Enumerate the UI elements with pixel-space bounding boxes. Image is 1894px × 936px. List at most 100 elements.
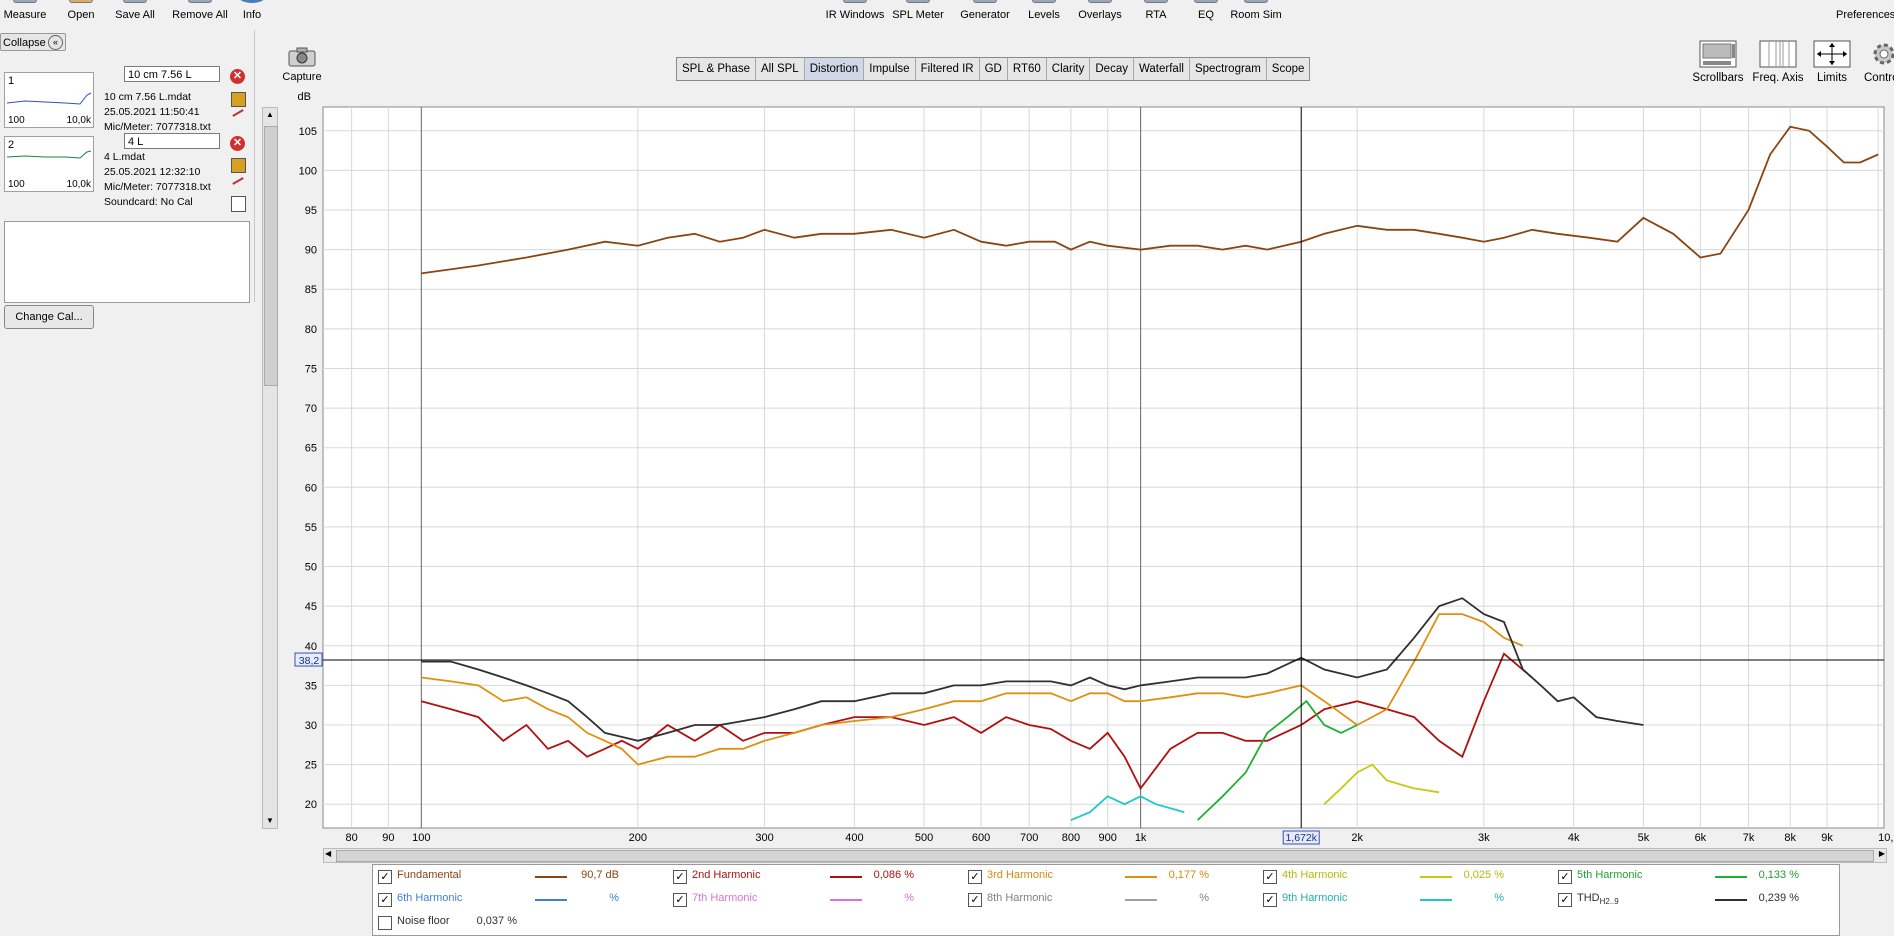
legend-value: 90,7 dB: [581, 869, 619, 881]
legend-swatch[interactable]: [535, 876, 567, 878]
legend-label-text: 4th Harmonic: [1282, 869, 1348, 881]
y-tick-label: 25: [305, 760, 317, 772]
y-tick-label: 40: [305, 641, 317, 653]
legend-item-thd[interactable]: ✓ THDH2..9 0,239 %: [1553, 890, 1843, 910]
legend-item-3rd-harmonic[interactable]: ✓ 3rd Harmonic 0,177 %: [963, 867, 1253, 887]
legend-label: 7th Harmonic: [692, 892, 757, 904]
x-tick-label: 4k: [1568, 832, 1580, 844]
legend-label-text: Fundamental: [397, 869, 462, 881]
legend-swatch[interactable]: [1715, 876, 1747, 878]
x-tick-label: 6k: [1695, 832, 1707, 844]
legend-item-2nd-harmonic[interactable]: ✓ 2nd Harmonic 0,086 %: [668, 867, 958, 887]
x-tick-label: 80: [345, 832, 357, 844]
legend-swatch[interactable]: [1420, 899, 1452, 901]
legend-swatch[interactable]: [830, 899, 862, 901]
x-tick-label: 1k: [1135, 832, 1147, 844]
legend-label: Fundamental: [397, 869, 461, 881]
legend-label: 5th Harmonic: [1577, 869, 1642, 881]
legend-item-6th-harmonic[interactable]: ✓ 6th Harmonic%: [373, 890, 663, 910]
legend-label: 6th Harmonic: [397, 892, 462, 904]
legend-label: 2nd Harmonic: [692, 869, 760, 881]
legend-label-subscript: H2..9: [1599, 897, 1619, 907]
legend-checkbox[interactable]: ✓: [1263, 870, 1277, 884]
plot-area[interactable]: [322, 106, 1885, 829]
distortion-chart[interactable]: 20 25 30 35 40 45 50 55 60 65 70 75 80 85 90 95 100 105 80…: [0, 0, 1894, 936]
y-tick-label: 70: [305, 403, 317, 415]
legend-item-5th-harmonic[interactable]: ✓ 5th Harmonic 0,133 %: [1553, 867, 1843, 887]
legend-value: 0,086 %: [873, 869, 914, 881]
legend-item-4th-harmonic[interactable]: ✓ 4th Harmonic 0,025 %: [1258, 867, 1548, 887]
y-tick-label: 60: [305, 482, 317, 494]
harmonics-legend: ✓ Fundamental 90,7 dB ✓ 2nd Harmonic 0,086 % ✓…: [372, 864, 1840, 936]
legend-checkbox[interactable]: ✓: [1558, 870, 1572, 884]
legend-item-noise-floor[interactable]: Noise floor 0,037 %: [373, 913, 663, 933]
x-tick-label: 500: [915, 832, 933, 844]
legend-label: 8th Harmonic: [987, 892, 1052, 904]
legend-label: 9th Harmonic: [1282, 892, 1347, 904]
legend-label: 3rd Harmonic: [987, 869, 1053, 881]
legend-checkbox[interactable]: [378, 916, 392, 930]
scroll-right-icon[interactable]: ▶: [1879, 849, 1885, 858]
legend-label-text: 8th Harmonic: [987, 892, 1053, 904]
legend-item-7th-harmonic[interactable]: ✓ 7th Harmonic%: [668, 890, 958, 910]
legend-checkbox[interactable]: ✓: [1558, 893, 1572, 907]
legend-label-text: THD: [1577, 892, 1600, 904]
x-tick-label: 8k: [1784, 832, 1796, 844]
x-tick-label: 90: [382, 832, 394, 844]
legend-label: THDH2..9: [1577, 892, 1619, 906]
y-tick-label: 85: [305, 284, 317, 296]
legend-label-text: 2nd Harmonic: [692, 869, 761, 881]
x-tick-label: 100: [412, 832, 430, 844]
legend-label-text: 6th Harmonic: [397, 892, 463, 904]
legend-checkbox[interactable]: ✓: [968, 870, 982, 884]
legend-label-text: Noise floor: [397, 915, 450, 927]
legend-swatch[interactable]: [1125, 899, 1157, 901]
y-tick-label: 20: [305, 799, 317, 811]
legend-label: Noise floor: [397, 915, 450, 927]
y-tick-label: 95: [305, 205, 317, 217]
legend-value: 0,177 %: [1168, 869, 1209, 881]
legend-swatch[interactable]: [535, 899, 567, 901]
legend-swatch[interactable]: [1125, 876, 1157, 878]
x-tick-label: 300: [755, 832, 773, 844]
x-tick-label: 400: [845, 832, 863, 844]
legend-value: 0,025 %: [1463, 869, 1504, 881]
legend-label-text: 7th Harmonic: [692, 892, 758, 904]
legend-item-fundamental[interactable]: ✓ Fundamental 90,7 dB: [373, 867, 663, 887]
y-axis-label: dB: [298, 91, 311, 103]
legend-swatch[interactable]: [830, 876, 862, 878]
legend-swatch[interactable]: [1420, 876, 1452, 878]
legend-checkbox[interactable]: ✓: [378, 893, 392, 907]
y-tick-label: 100: [299, 165, 317, 177]
x-tick-label: 700: [1020, 832, 1038, 844]
legend-label-text: 5th Harmonic: [1577, 869, 1643, 881]
y-tick-label: 80: [305, 324, 317, 336]
x-tick-label: 2k: [1351, 832, 1363, 844]
legend-checkbox[interactable]: ✓: [1263, 893, 1277, 907]
y-tick-label: 55: [305, 522, 317, 534]
legend-label-text: 9th Harmonic: [1282, 892, 1348, 904]
legend-checkbox[interactable]: ✓: [673, 870, 687, 884]
y-tick-label: 30: [305, 720, 317, 732]
legend-item-8th-harmonic[interactable]: ✓ 8th Harmonic%: [963, 890, 1253, 910]
horizontal-scrollbar-thumb[interactable]: [336, 850, 1874, 862]
legend-swatch[interactable]: [1715, 899, 1747, 901]
x-tick-label: 800: [1062, 832, 1080, 844]
y-tick-label: 45: [305, 601, 317, 613]
legend-checkbox[interactable]: ✓: [378, 870, 392, 884]
legend-value: 0,239 %: [1758, 892, 1799, 904]
legend-checkbox[interactable]: ✓: [673, 893, 687, 907]
cursor-x-readout: 1,672k: [1285, 832, 1317, 844]
legend-item-9th-harmonic[interactable]: ✓ 9th Harmonic%: [1258, 890, 1548, 910]
y-tick-label: 75: [305, 363, 317, 375]
legend-value: %: [904, 892, 914, 904]
legend-value: 0,133 %: [1758, 869, 1799, 881]
x-tick-label: 200: [629, 832, 647, 844]
horizontal-scrollbar[interactable]: ◀ ▶: [323, 848, 1887, 863]
x-tick-label: 600: [972, 832, 990, 844]
y-tick-label: 90: [305, 245, 317, 257]
scroll-left-icon[interactable]: ◀: [325, 849, 331, 858]
y-tick-label: 65: [305, 443, 317, 455]
legend-checkbox[interactable]: ✓: [968, 893, 982, 907]
y-tick-label: 50: [305, 562, 317, 574]
